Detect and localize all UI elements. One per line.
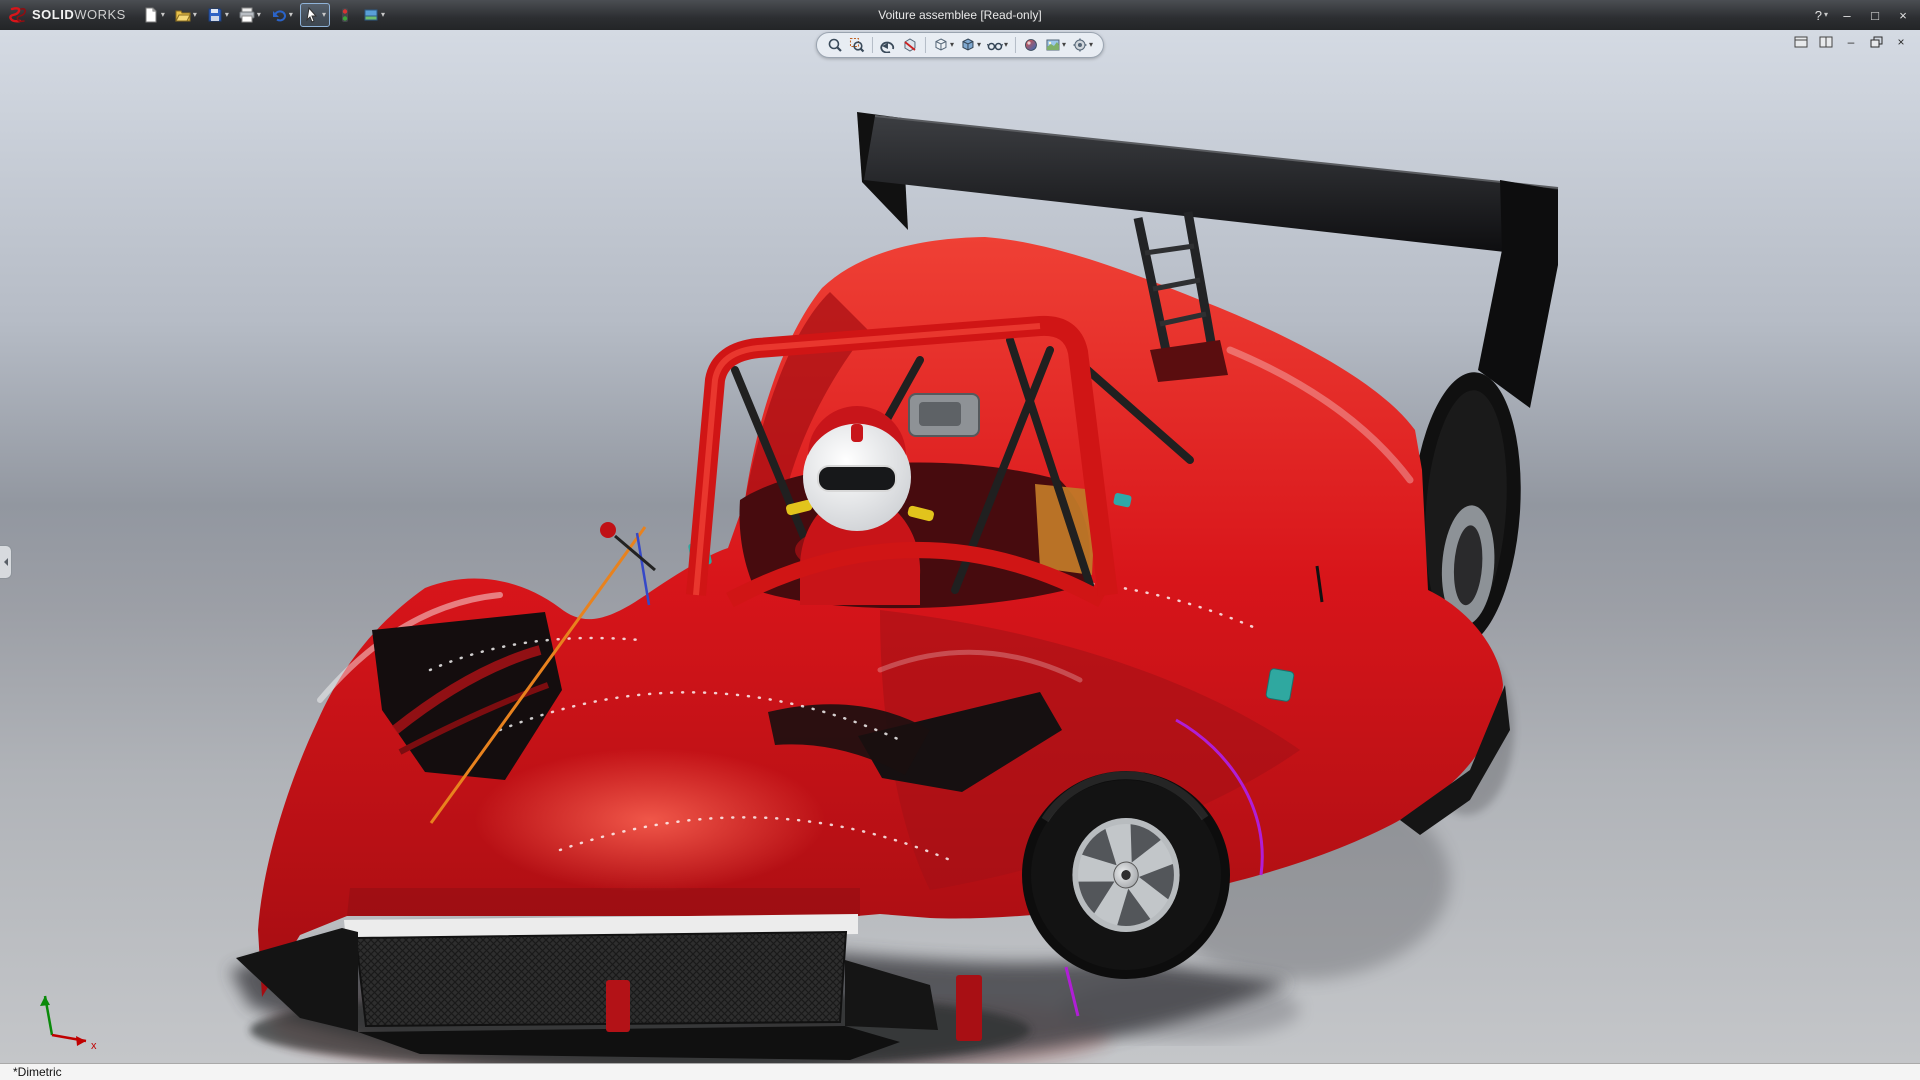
save-button[interactable]: ▾ <box>204 3 232 27</box>
view-orientation-button[interactable]: ▾ <box>931 36 956 54</box>
titlebar: SOLIDWORKS ▾ ▾ ▾ <box>0 0 1920 30</box>
side-mirror-left[interactable] <box>600 522 616 538</box>
toolbar-separator <box>1015 37 1016 53</box>
side-scoop[interactable] <box>1266 668 1295 702</box>
doc-restore-button[interactable] <box>1867 34 1885 50</box>
support-stand <box>606 980 630 1032</box>
brand-bold: SOLID <box>32 7 74 22</box>
radiator-grille <box>356 932 846 1026</box>
window-controls: ? ▾ – □ × <box>1815 0 1912 30</box>
edit-appearance-icon <box>1023 37 1039 53</box>
section-view-button[interactable] <box>900 36 920 54</box>
apply-scene-icon <box>1045 37 1061 53</box>
open-folder-icon <box>175 7 191 23</box>
print-button[interactable]: ▾ <box>236 3 264 27</box>
open-button[interactable]: ▾ <box>172 3 200 27</box>
window-pane-icon <box>1794 36 1808 48</box>
previous-view-icon <box>880 37 896 53</box>
edit-appearance-button[interactable] <box>1021 36 1041 54</box>
previous-view-button[interactable] <box>878 36 898 54</box>
document-window-controls: – × <box>1792 34 1910 50</box>
rebuild-button[interactable] <box>334 3 356 27</box>
maximize-button[interactable]: □ <box>1866 8 1884 23</box>
toolbar-separator <box>872 37 873 53</box>
rebuild-icon <box>337 7 353 23</box>
help-button[interactable]: ? ▾ <box>1815 8 1828 23</box>
dropdown-caret[interactable]: ▾ <box>1089 41 1093 49</box>
restore-icon <box>1870 36 1883 48</box>
zoom-to-fit-icon <box>827 37 843 53</box>
document-title: Voiture assemblee [Read-only] <box>878 0 1041 30</box>
close-button[interactable]: × <box>1894 8 1912 23</box>
view-settings-button[interactable]: ▾ <box>1070 36 1095 54</box>
doc-close-button[interactable]: × <box>1892 34 1910 50</box>
brand-light: WORKS <box>74 7 126 22</box>
chevron-left-icon <box>3 557 9 567</box>
solidworks-logo-icon <box>8 6 28 24</box>
viewport-3d[interactable]: x <box>0 30 1920 1063</box>
dropdown-caret[interactable]: ▾ <box>1824 11 1828 19</box>
window-switch-button-1[interactable] <box>1792 34 1810 50</box>
dropdown-caret[interactable]: ▾ <box>193 11 197 19</box>
dropdown-caret[interactable]: ▾ <box>289 11 293 19</box>
section-view-icon <box>902 37 918 53</box>
minimize-button[interactable]: – <box>1838 8 1856 23</box>
new-document-button[interactable]: ▾ <box>140 3 168 27</box>
display-options-button[interactable]: ▾ <box>360 3 388 27</box>
front-wheel[interactable] <box>1022 771 1230 979</box>
display-options-icon <box>363 7 379 23</box>
undo-icon <box>271 7 287 23</box>
support-stand <box>956 975 982 1041</box>
solidworks-window: SOLIDWORKS ▾ ▾ ▾ <box>0 0 1920 1080</box>
zoom-to-area-icon <box>849 37 865 53</box>
help-glyph: ? <box>1815 8 1822 23</box>
dropdown-caret[interactable]: ▾ <box>1004 41 1008 49</box>
zoom-to-fit-button[interactable] <box>825 36 845 54</box>
dropdown-caret[interactable]: ▾ <box>257 11 261 19</box>
featuremanager-flyout-tab[interactable] <box>0 545 12 579</box>
display-style-icon <box>960 37 976 53</box>
select-arrow-icon <box>304 7 320 23</box>
toolbar-separator <box>925 37 926 53</box>
helmet-visor <box>818 466 896 491</box>
dropdown-caret[interactable]: ▾ <box>225 11 229 19</box>
triad-x-label: x <box>91 1040 97 1052</box>
dropdown-caret[interactable]: ▾ <box>1062 41 1066 49</box>
window-split-icon <box>1819 36 1833 48</box>
apply-scene-button[interactable]: ▾ <box>1043 36 1068 54</box>
hide-show-items-button[interactable]: ▾ <box>985 36 1010 54</box>
new-document-icon <box>143 7 159 23</box>
view-orientation-icon <box>933 37 949 53</box>
print-icon <box>239 7 255 23</box>
standard-toolbar: ▾ ▾ ▾ ▾ <box>140 3 388 27</box>
doc-minimize-button[interactable]: – <box>1842 34 1860 50</box>
display-style-button[interactable]: ▾ <box>958 36 983 54</box>
dropdown-caret[interactable]: ▾ <box>381 11 385 19</box>
hide-show-items-icon <box>987 37 1003 53</box>
dropdown-caret[interactable]: ▾ <box>977 41 981 49</box>
view-settings-icon <box>1072 37 1088 53</box>
headsup-view-toolbar: ▾ ▾ ▾ <box>816 32 1104 58</box>
window-switch-button-2[interactable] <box>1817 34 1835 50</box>
zoom-to-area-button[interactable] <box>847 36 867 54</box>
model-canvas[interactable]: x <box>0 30 1920 1063</box>
select-button[interactable]: ▾ <box>300 3 330 27</box>
undo-button[interactable]: ▾ <box>268 3 296 27</box>
dropdown-caret[interactable]: ▾ <box>950 41 954 49</box>
statusbar: *Dimetric <box>0 1063 1920 1080</box>
dropdown-caret[interactable]: ▾ <box>161 11 165 19</box>
dropdown-caret[interactable]: ▾ <box>322 11 326 19</box>
save-icon <box>207 7 223 23</box>
solidworks-logo: SOLIDWORKS <box>0 6 140 24</box>
view-orientation-label: *Dimetric <box>0 1065 62 1079</box>
